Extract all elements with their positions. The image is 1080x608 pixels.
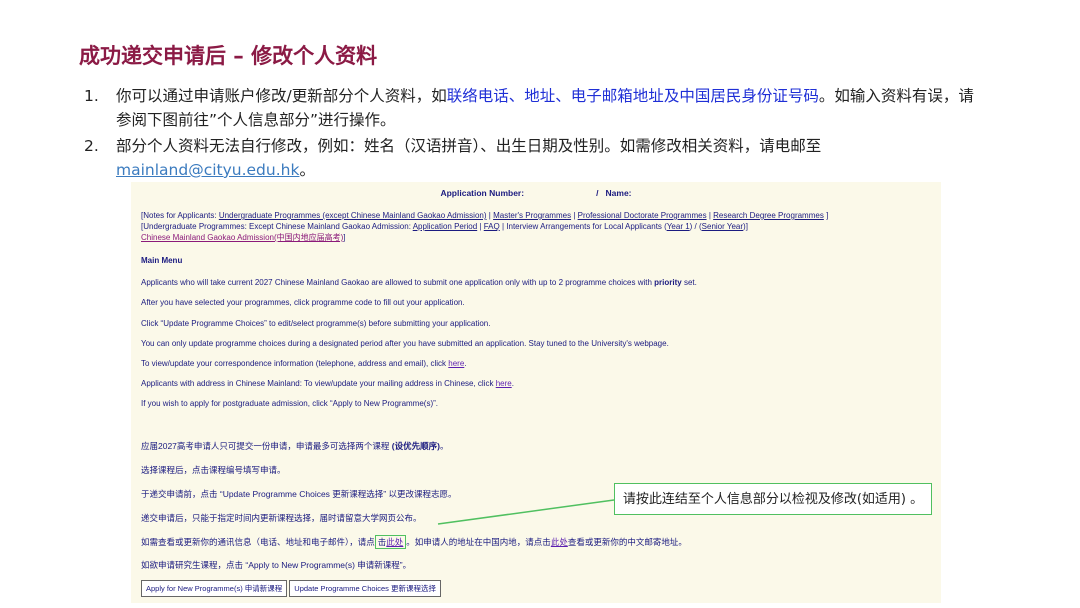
highlight-email: 电子邮箱地址 <box>570 87 664 105</box>
line-text: Applicants with address in Chinese Mainl… <box>141 379 496 388</box>
link-year1[interactable]: Year 1 <box>667 222 690 231</box>
line-text: Applicants who will take current 2027 Ch… <box>141 278 655 287</box>
instruction-item-2: 2. 部分个人资料无法自行修改，例如：姓名（汉语拼音）、出生日期及性别。如需修改… <box>84 134 984 182</box>
menu-line: To view/update your correspondence infor… <box>141 359 931 368</box>
line-text: 查看或更新你的中文邮寄地址。 <box>567 537 687 547</box>
menu-line: After you have selected your programmes,… <box>141 298 465 307</box>
menu-line-cn: 如欲申请研究生课程，点击 “Apply to New Programme(s) … <box>141 560 412 570</box>
item-number: 2. <box>84 137 99 155</box>
highlight-box: 击此处 <box>374 535 407 549</box>
highlight-id: 中国居民身份证号码 <box>679 87 819 105</box>
separator: | <box>573 211 576 220</box>
line-text: set. <box>681 278 697 287</box>
separator: | <box>488 211 491 220</box>
highlight-phone: 联络电话 <box>446 87 509 105</box>
portal-screenshot: Application Number: / Name: [Notes for Ap… <box>131 182 941 603</box>
slide-title: 成功递交申请后 – 修改个人资料 <box>79 44 378 68</box>
menu-line-cn: 应届2027高考申请人只可提交一份申请，申请最多可选择两个课程 (设优先顺序)。 <box>141 440 931 452</box>
separator: 及 <box>663 87 680 105</box>
separator: | <box>708 211 711 220</box>
instruction-list: 1. 你可以通过申请账户修改/更新部分个人资料，如联络电话、地址、电子邮箱地址及… <box>84 84 984 184</box>
applicant-notes: [Notes for Applicants: Undergraduate Pro… <box>141 210 931 243</box>
link-faq[interactable]: FAQ <box>484 222 500 231</box>
line-text: . <box>511 379 514 388</box>
application-number-label: Application Number: <box>440 188 525 198</box>
instruction-item-1: 1. 你可以通过申请账户修改/更新部分个人资料，如联络电话、地址、电子邮箱地址及… <box>84 84 984 132</box>
link-research-degree[interactable]: Research Degree Programmes <box>713 211 824 220</box>
separator: 、 <box>508 87 525 105</box>
line-text: 如需查看或更新你的通讯信息（电话、地址和电子邮件），请点 <box>141 537 375 547</box>
item-text-tail: 。 <box>299 161 315 179</box>
link-gaokao-admission[interactable]: Chinese Mainland Gaokao Admission(中国内地应届… <box>141 233 343 242</box>
link-masters[interactable]: Master's Programmes <box>493 211 571 220</box>
menu-line: Applicants who will take current 2027 Ch… <box>141 278 931 287</box>
email-link[interactable]: mainland@cityu.edu.hk <box>116 161 299 179</box>
notes-label-ug: [Undergraduate Programmes: Except Chines… <box>141 222 411 231</box>
line-text: To view/update your correspondence infor… <box>141 359 449 368</box>
menu-line: Applicants with address in Chinese Mainl… <box>141 379 931 388</box>
header-separator: / <box>596 188 599 198</box>
cn-here-link-correspondence[interactable]: 此处 <box>386 537 403 547</box>
notes-label: [Notes for Applicants: <box>141 211 217 220</box>
interview-text: | Interview Arrangements for Local Appli… <box>501 222 667 231</box>
line-bold: priority <box>654 278 682 287</box>
link-undergraduate[interactable]: Undergraduate Programmes (except Chinese… <box>219 211 487 220</box>
highlight-address: 地址 <box>524 87 556 105</box>
bracket: ] <box>826 211 829 220</box>
portal-buttons: Apply for New Programme(s) 申请新课程 Update P… <box>141 580 443 597</box>
line-bold: (设优先顺序) <box>391 441 440 451</box>
link-application-period[interactable]: Application Period <box>413 222 477 231</box>
menu-line: You can only update programme choices du… <box>141 339 669 348</box>
apply-new-programme-button[interactable]: Apply for New Programme(s) 申请新课程 <box>141 580 288 597</box>
link-prof-doctorate[interactable]: Professional Doctorate Programmes <box>578 211 707 220</box>
here-link-correspondence[interactable]: here <box>448 359 464 368</box>
line-text: 击 <box>377 537 387 547</box>
item-text: 你可以通过申请账户修改/更新部分个人资料，如 <box>116 87 447 105</box>
link-senior-year[interactable]: Senior Year <box>702 222 743 231</box>
update-programme-choices-button[interactable]: Update Programme Choices 更新课程选择 <box>289 580 441 597</box>
menu-line: If you wish to apply for postgraduate ad… <box>141 399 439 408</box>
name-label: Name: <box>605 188 632 198</box>
here-link-mailing-address[interactable]: here <box>496 379 512 388</box>
application-header: Application Number: / Name: <box>131 188 941 198</box>
separator: | <box>479 222 482 231</box>
line-text: . <box>464 359 467 368</box>
menu-line-cn-info: 如需查看或更新你的通讯信息（电话、地址和电子邮件），请点 击此处 。如申请人的地址在… <box>141 535 931 549</box>
separator: ) / ( <box>689 222 702 231</box>
separator: 、 <box>555 87 571 105</box>
bracket: )] <box>743 222 748 231</box>
line-text: 。如申请人的地址在中国内地，请点击 <box>406 537 551 547</box>
callout-box: 请按此连结至个人信息部分以检视及修改(如适用) 。 <box>614 483 932 515</box>
menu-line-cn: 选择课程后，点击课程编号填写申请。 <box>141 465 286 475</box>
main-menu-title: Main Menu <box>141 256 183 265</box>
cn-here-link-mailing-address[interactable]: 此处 <box>551 537 568 547</box>
menu-line: Click “Update Programme Choices” to edit… <box>141 319 491 328</box>
line-text: 。 <box>439 441 449 451</box>
line-text: 应届2027高考申请人只可提交一份申请，申请最多可选择两个课程 <box>141 441 392 451</box>
item-text: 部分个人资料无法自行修改，例如：姓名（汉语拼音）、出生日期及性别。如需修改相关资… <box>116 137 822 155</box>
item-number: 1. <box>84 87 99 105</box>
bracket: ] <box>343 233 346 242</box>
